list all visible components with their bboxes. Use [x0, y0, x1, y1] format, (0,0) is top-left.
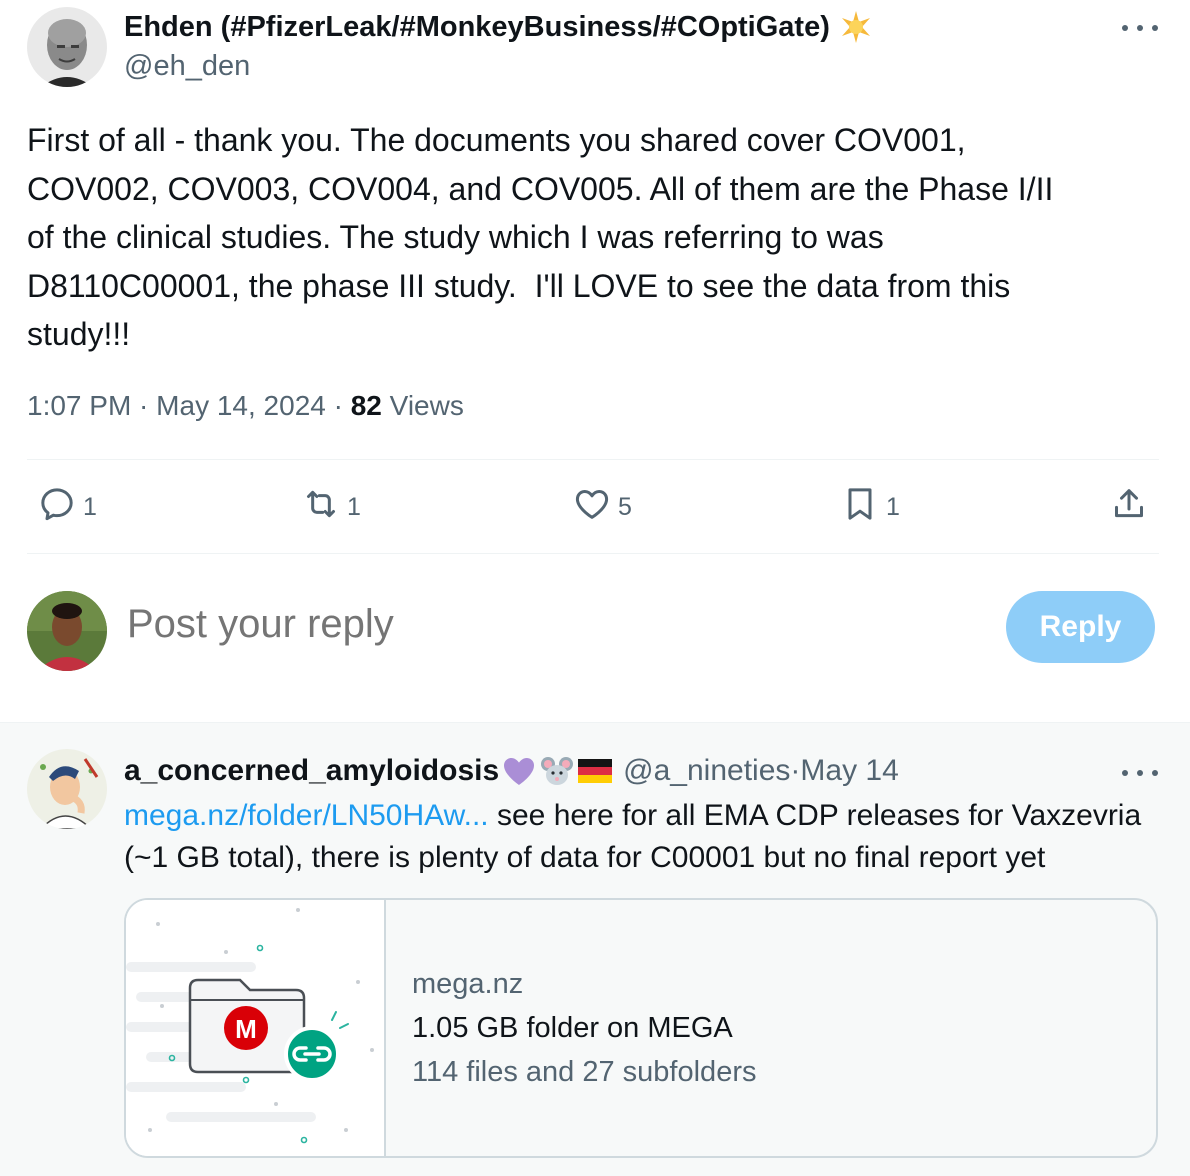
heart-icon: [572, 484, 612, 531]
reply-input[interactable]: [127, 602, 927, 647]
reply-button[interactable]: Reply: [1006, 591, 1155, 663]
reply-author-avatar[interactable]: [27, 749, 107, 829]
bookmark-count: 1: [886, 492, 900, 521]
meta-separator: ·: [131, 390, 157, 421]
like-action[interactable]: 5: [572, 460, 632, 554]
reply-composer: Reply: [0, 554, 1190, 722]
germany-flag-emoji-icon: [577, 753, 613, 789]
mouse-emoji-icon: [539, 753, 575, 789]
repost-action[interactable]: 1: [301, 460, 361, 554]
views-label: Views: [381, 390, 464, 421]
reply-link[interactable]: mega.nz/folder/LN50HAw...: [124, 799, 489, 832]
repost-count: 1: [347, 492, 361, 521]
reply-date[interactable]: May 14: [800, 754, 898, 788]
reply-tweet[interactable]: a_concerned_amyloidosis @a_nineties · Ma…: [0, 722, 1190, 1176]
card-domain: mega.nz: [412, 968, 524, 1000]
reply-more-options-icon[interactable]: [1122, 763, 1158, 783]
more-options-icon[interactable]: [1122, 18, 1158, 38]
author-name-text: Ehden (#PfizerLeak/#MonkeyBusiness/#COpt…: [124, 10, 830, 43]
action-bar: 1 1 5 1: [27, 460, 1159, 554]
author-name[interactable]: Ehden (#PfizerLeak/#MonkeyBusiness/#COpt…: [124, 9, 874, 45]
reply-header: a_concerned_amyloidosis @a_nineties · Ma…: [124, 753, 899, 789]
mega-logo-letter: M: [235, 1014, 257, 1044]
share-icon: [1109, 484, 1149, 531]
reply-action[interactable]: 1: [37, 460, 97, 554]
card-title: 1.05 GB folder on MEGA: [412, 1012, 733, 1044]
tweet-date[interactable]: May 14, 2024: [156, 390, 326, 421]
share-action[interactable]: [1109, 460, 1149, 554]
mega-folder-icon: M: [126, 900, 384, 1156]
bookmark-icon: [840, 484, 880, 531]
tweet-meta: 1:07 PM · May 14, 2024 · 82 Views: [27, 390, 464, 422]
author-avatar[interactable]: [27, 7, 107, 87]
reply-text: mega.nz/folder/LN50HAw... see here for a…: [124, 795, 1174, 879]
repost-icon: [301, 484, 341, 531]
link-preview-card[interactable]: M mega.nz 1.05 GB folder on MEGA 114 fil…: [124, 898, 1158, 1158]
reply-author-handle[interactable]: @a_nineties: [623, 754, 790, 788]
bookmark-action[interactable]: 1: [840, 460, 900, 554]
sun-emoji-icon: [838, 9, 874, 45]
like-count: 5: [618, 492, 632, 521]
reply-separator: ·: [790, 754, 801, 787]
tweet-time[interactable]: 1:07 PM: [27, 390, 131, 421]
card-thumbnail: M: [126, 900, 386, 1156]
views-count: 82: [350, 390, 382, 421]
tweet-text: First of all - thank you. The documents …: [27, 122, 1054, 352]
author-handle[interactable]: @eh_den: [124, 50, 250, 83]
purple-heart-emoji-icon: [501, 753, 537, 789]
reply-author-name[interactable]: a_concerned_amyloidosis: [124, 754, 499, 788]
user-avatar[interactable]: [27, 591, 107, 671]
main-tweet: Ehden (#PfizerLeak/#MonkeyBusiness/#COpt…: [0, 0, 1190, 722]
meta-separator: ·: [325, 390, 351, 421]
reply-count: 1: [83, 492, 97, 521]
reply-icon: [37, 484, 77, 531]
card-description: 114 files and 27 subfolders: [412, 1056, 757, 1088]
